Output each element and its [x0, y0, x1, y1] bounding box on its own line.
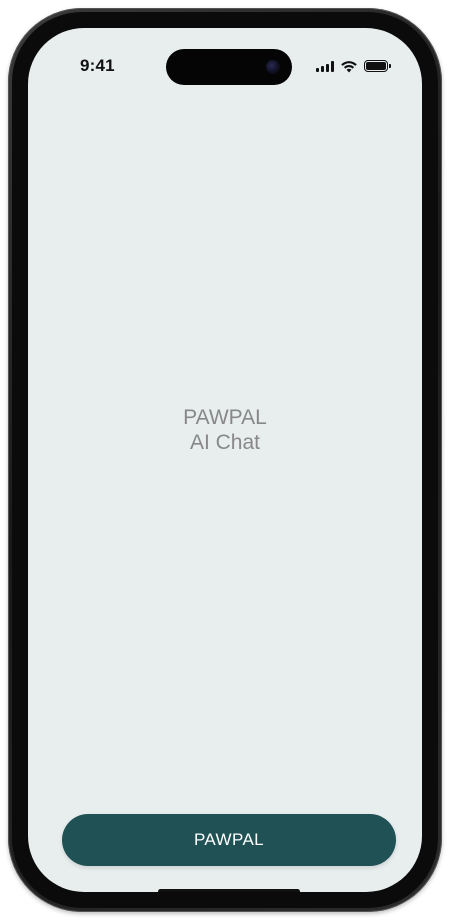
pawpal-button[interactable]: PAWPAL — [62, 814, 396, 866]
status-bar: 9:41 — [28, 28, 422, 88]
phone-bezel: 9:41 PAWPAL AI Chat PAWPAL — [12, 12, 438, 908]
status-icons — [316, 59, 391, 73]
app-title: PAWPAL AI Chat — [28, 405, 422, 455]
status-time: 9:41 — [80, 56, 115, 75]
signal-icon — [316, 60, 334, 72]
phone-frame: 9:41 PAWPAL AI Chat PAWPAL — [8, 8, 442, 912]
app-title-line1: PAWPAL — [183, 406, 267, 429]
phone-screen: 9:41 PAWPAL AI Chat PAWPAL — [28, 28, 422, 892]
wifi-icon — [341, 60, 357, 72]
home-indicator[interactable] — [158, 889, 300, 892]
dynamic-island — [166, 49, 292, 85]
battery-icon — [364, 60, 391, 72]
app-title-line2: AI Chat — [189, 431, 261, 454]
front-camera-icon — [266, 60, 280, 74]
